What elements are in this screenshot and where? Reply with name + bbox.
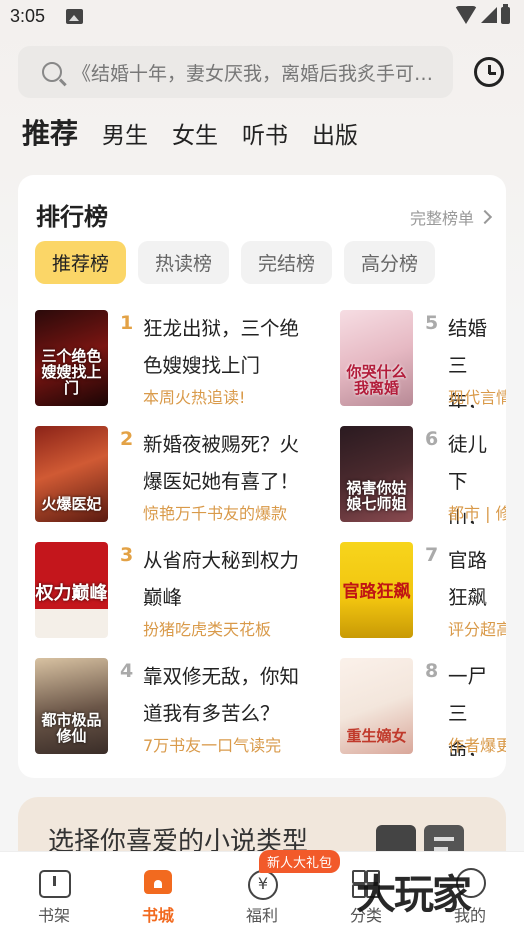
rank-number: 1 (120, 312, 134, 334)
tab-audiobook[interactable]: 听书 (242, 116, 288, 150)
ranking-item[interactable]: 火爆医妃 2 新婚夜被赐死？火爆医妃她有喜了！ 惊艳万千书友的爆款 (35, 426, 335, 524)
book-cover: 官路狂飙 (340, 542, 413, 638)
image-notification-icon (66, 9, 83, 24)
cover-text: 都市极品修仙 (41, 711, 102, 745)
nav-label: 福利 (245, 906, 278, 925)
coin-gift-icon (248, 870, 278, 900)
book-cover: 都市极品修仙 (35, 658, 108, 754)
tab-publish[interactable]: 出版 (312, 116, 358, 150)
battery-icon (501, 3, 510, 24)
category-tabs: 推荐 男生 女生 听书 出版 (22, 112, 382, 152)
status-icons (455, 3, 510, 24)
bookshelf-icon (39, 870, 71, 898)
chip-hot[interactable]: 热读榜 (138, 241, 230, 284)
tab-male[interactable]: 男生 (102, 116, 148, 150)
book-cover: 你哭什么我离婚 (340, 310, 413, 406)
rank-number: 4 (120, 660, 134, 682)
status-bar: 3:05 (0, 0, 524, 36)
chip-recommend[interactable]: 推荐榜 (35, 241, 127, 284)
nav-label: 书城 (141, 906, 174, 925)
search-bar[interactable]: 《结婚十年，妻女厌我，离婚后我炙手可热》 (18, 46, 453, 98)
ranking-item[interactable]: 三个绝色嫂嫂找上门 1 狂龙出狱，三个绝色嫂嫂找上门 本周火热追读! (35, 310, 335, 408)
book-cover: 三个绝色嫂嫂找上门 (35, 310, 108, 406)
ranking-item[interactable]: 权力巅峰 3 从省府大秘到权力巅峰 扮猪吃虎类天花板 (35, 542, 335, 640)
cover-text: 权力巅峰 (35, 583, 108, 604)
book-cover: 火爆医妃 (35, 426, 108, 522)
book-tagline: 现代言情 (448, 388, 506, 407)
book-title: 官路狂飙 (448, 549, 488, 609)
book-title: 狂龙出狱，三个绝色嫂嫂找上门 (143, 317, 300, 377)
ranking-title: 排行榜 (36, 203, 108, 231)
nav-bookshelf[interactable]: 书架 (2, 852, 106, 932)
rank-number: 3 (120, 544, 134, 566)
full-ranking-link[interactable]: 完整榜单 (409, 205, 493, 229)
ranking-item[interactable]: 重生嫡女 8 一尸三命，重生嫡女 作者爆更 (340, 658, 506, 756)
book-tagline: 作者爆更 (448, 736, 506, 755)
book-cover: 重生嫡女 (340, 658, 413, 754)
search-placeholder: 《结婚十年，妻女厌我，离婚后我炙手可热》 (72, 62, 447, 85)
full-ranking-label: 完整榜单 (409, 209, 474, 228)
rank-number: 6 (425, 428, 439, 450)
rank-number: 5 (425, 312, 439, 334)
ranking-card: 排行榜 完整榜单 推荐榜 热读榜 完结榜 高分榜 三个绝色嫂嫂找上门 1 狂龙出… (18, 175, 506, 778)
book-title: 从省府大秘到权力巅峰 (143, 549, 300, 609)
book-cover: 权力巅峰 (35, 542, 108, 638)
tab-female[interactable]: 女生 (172, 116, 218, 150)
bookstore-icon (144, 870, 172, 894)
rank-number: 7 (425, 544, 439, 566)
chip-finished[interactable]: 完结榜 (241, 241, 333, 284)
search-icon (42, 62, 62, 82)
cover-text: 三个绝色嫂嫂找上门 (41, 347, 102, 397)
book-tagline: 本周火热追读! (143, 388, 246, 407)
new-user-gift-badge[interactable]: 新人大礼包 (259, 850, 341, 873)
ranking-item[interactable]: 你哭什么我离婚 5 结婚三年，我离婚 现代言情 (340, 310, 506, 408)
signal-icon (481, 7, 497, 23)
cover-text: 你哭什么我离婚 (346, 363, 407, 397)
watermark-logo: 大玩家 (356, 871, 472, 918)
history-clock-icon[interactable] (474, 57, 504, 87)
book-tagline: 评分超高 (448, 620, 506, 639)
wifi-icon (455, 6, 477, 24)
book-title: 靠双修无敌，你知道我有多苦么？ (143, 665, 300, 725)
tab-recommend[interactable]: 推荐 (22, 112, 78, 152)
book-tagline: 7万书友一口气读完 (143, 736, 282, 755)
rank-number: 2 (120, 428, 134, 450)
book-cover: 祸害你姑娘七师姐 (340, 426, 413, 522)
chip-high-score[interactable]: 高分榜 (344, 241, 436, 284)
book-tagline: 都市 | 修仙 (448, 504, 506, 523)
cover-text: 官路狂飙 (342, 582, 411, 602)
nav-label: 书架 (37, 906, 70, 925)
ranking-chips: 推荐榜 热读榜 完结榜 高分榜 (35, 241, 436, 284)
ranking-item[interactable]: 官路狂飙 7 官路狂飙 评分超高 (340, 542, 506, 640)
status-time: 3:05 (10, 6, 46, 26)
book-tagline: 惊艳万千书友的爆款 (143, 504, 288, 523)
book-tagline: 扮猪吃虎类天花板 (143, 620, 272, 639)
nav-bookstore[interactable]: 书城 (106, 852, 210, 932)
ranking-item[interactable]: 都市极品修仙 4 靠双修无敌，你知道我有多苦么？ 7万书友一口气读完 (35, 658, 335, 756)
chevron-right-icon (477, 209, 493, 225)
book-title: 新婚夜被赐死？火爆医妃她有喜了！ (143, 433, 300, 493)
cover-text: 火爆医妃 (41, 495, 102, 513)
cover-text: 祸害你姑娘七师姐 (346, 479, 407, 513)
cover-text: 重生嫡女 (346, 727, 407, 745)
rank-number: 8 (425, 660, 439, 682)
ranking-item[interactable]: 祸害你姑娘七师姐 6 徒儿下山，祸害你的姑娘 都市 | 修仙 (340, 426, 506, 524)
